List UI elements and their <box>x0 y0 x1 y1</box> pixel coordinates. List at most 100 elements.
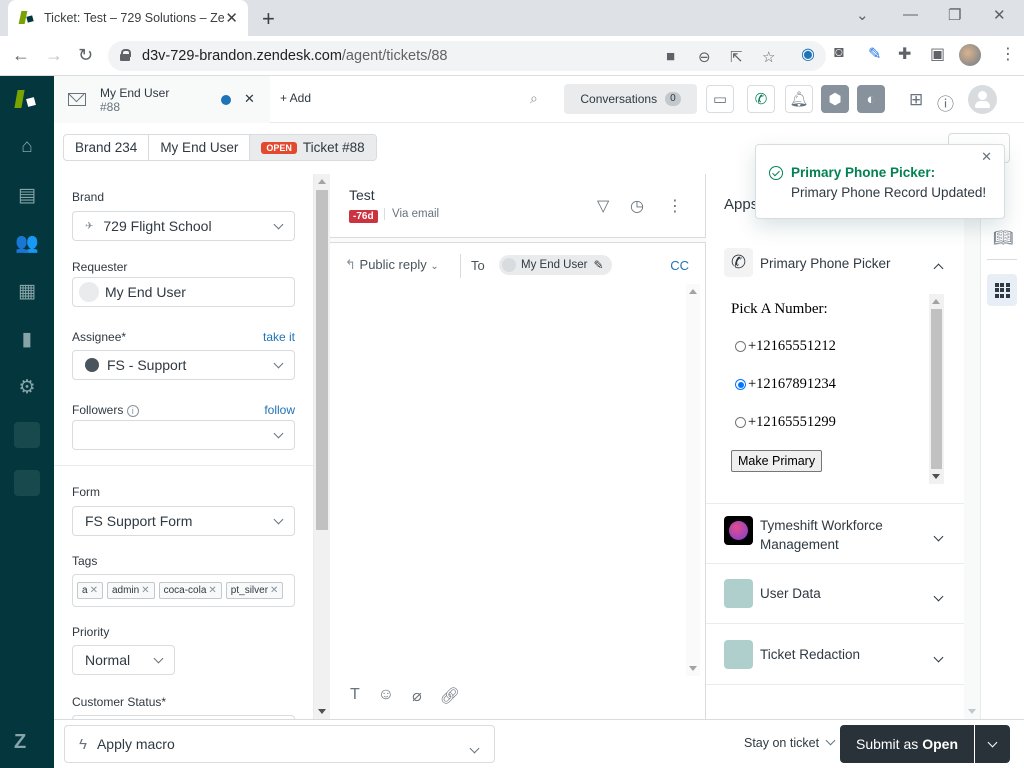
history-icon[interactable]: ◷ <box>630 196 644 216</box>
minimize-button[interactable]: — <box>903 6 918 23</box>
resize-handle[interactable] <box>330 237 706 243</box>
breadcrumb-user[interactable]: My End User <box>149 135 251 160</box>
tag-chip[interactable]: pt_silver ✕ <box>225 582 284 599</box>
followers-input[interactable] <box>72 420 295 450</box>
breadcrumb-brand[interactable]: Brand 234 <box>64 135 150 160</box>
close-tab-icon[interactable]: ✕ <box>225 9 238 27</box>
priority-select[interactable]: Normal <box>72 645 175 675</box>
tab-search-icon[interactable]: ⌄ <box>856 6 869 24</box>
screenshot-extension-icon[interactable]: ◙ <box>834 44 844 62</box>
browser-menu-icon[interactable]: ⋮ <box>1000 44 1016 64</box>
close-window-button[interactable]: ✕ <box>993 6 1006 24</box>
forward-icon[interactable]: → <box>45 45 63 66</box>
password-extension-icon[interactable]: ◉ <box>801 44 815 64</box>
apps-scrollbar[interactable] <box>964 174 980 719</box>
more-options-icon[interactable]: ⋮ <box>667 196 683 216</box>
chat-icon[interactable]: ▭ <box>706 85 734 113</box>
share-icon[interactable]: ⇱ <box>730 48 743 66</box>
phone-radio-option[interactable]: +12165551212 <box>735 338 836 355</box>
submit-options-button[interactable] <box>975 725 1010 763</box>
app-globe-icon[interactable]: ◐ <box>857 85 885 113</box>
app-ticket-redaction[interactable]: Ticket Redaction <box>706 624 964 685</box>
zendesk-product-icon[interactable]: Z <box>14 731 26 754</box>
profile-avatar[interactable] <box>959 44 981 66</box>
zoom-out-icon[interactable]: ⊖ <box>698 48 711 66</box>
close-ticket-tab-icon[interactable]: ✕ <box>244 91 255 107</box>
close-toast-icon[interactable]: ✕ <box>981 149 992 165</box>
admin-gear-icon[interactable]: ⚙ <box>0 372 54 402</box>
tag-chip[interactable]: coca-cola ✕ <box>158 582 222 599</box>
new-tab-button[interactable]: + <box>262 6 275 32</box>
brand-select[interactable]: ✈ 729 Flight School <box>72 211 295 241</box>
requester-field[interactable]: My End User <box>72 277 295 307</box>
eyedropper-extension-icon[interactable]: ✎ <box>868 44 881 64</box>
take-it-link[interactable]: take it <box>263 330 295 344</box>
ticket-tab-title: My End User <box>100 85 170 100</box>
breadcrumb-ticket[interactable]: OPEN Ticket #88 <box>250 135 376 160</box>
app-name: Tymeshift Workforce Management <box>760 518 883 552</box>
zendesk-logo-icon[interactable] <box>16 90 40 112</box>
filter-icon[interactable]: ▽ <box>597 196 609 216</box>
organizations-icon[interactable]: ▦ <box>0 276 54 306</box>
phone-icon[interactable]: ✆ <box>747 85 775 113</box>
back-icon[interactable]: ← <box>12 45 30 66</box>
user-avatar[interactable] <box>968 85 997 114</box>
notifications-bell-icon[interactable]: 🔔︎ <box>785 85 813 113</box>
views-inbox-icon[interactable]: ▤ <box>0 180 54 210</box>
phone-radio-option[interactable]: +12167891234 <box>735 376 836 393</box>
scroll-up-icon[interactable] <box>318 179 326 184</box>
make-primary-button[interactable]: Make Primary <box>731 450 823 472</box>
cc-button[interactable]: CC <box>670 258 689 273</box>
ticket-tab[interactable]: My End User #88 ✕ <box>54 76 270 123</box>
editor-scrollbar[interactable] <box>686 284 700 676</box>
restore-button[interactable]: ❐ <box>948 6 961 24</box>
apps-grid-icon[interactable] <box>987 274 1017 306</box>
follow-link[interactable]: follow <box>264 403 295 417</box>
tags-input[interactable]: a ✕ admin ✕ coca-cola ✕ pt_silver ✕ <box>72 574 295 607</box>
reload-icon[interactable]: ↻ <box>78 45 93 66</box>
app-cube-icon[interactable]: ⬢ <box>821 85 849 113</box>
product-tray-icon[interactable]: ⊞ <box>909 90 923 110</box>
tag-chip[interactable]: a ✕ <box>77 582 103 599</box>
help-icon[interactable]: ⓘ <box>937 90 954 115</box>
camera-icon[interactable]: ■ <box>666 48 675 65</box>
tag-chip[interactable]: admin ✕ <box>106 582 155 599</box>
apply-macro-select[interactable]: ϟ Apply macro <box>64 725 495 763</box>
scroll-down-icon <box>689 666 697 671</box>
browser-tabbar: Ticket: Test – 729 Solutions – Zen ✕ + ⌄… <box>0 0 1024 36</box>
stay-on-ticket-select[interactable]: Stay on ticket <box>744 735 835 750</box>
search-icon[interactable]: ⌕ <box>530 90 538 107</box>
phone-radio-option[interactable]: +12165551299 <box>735 414 836 431</box>
conversations-button[interactable]: Conversations 0 <box>564 84 697 114</box>
emoji-icon[interactable]: ☺ <box>378 686 394 706</box>
address-bar[interactable]: d3v-729-brandon.zendesk.com/agent/ticket… <box>108 41 826 71</box>
bookmark-star-icon[interactable]: ☆ <box>762 48 775 66</box>
iframe-scrollbar[interactable] <box>929 294 944 484</box>
recipient-chip[interactable]: My End User ✎ <box>499 255 612 275</box>
knowledge-book-icon[interactable]: 📖︎ <box>993 228 1013 248</box>
remove-tag-icon: ✕ <box>270 585 279 596</box>
customers-icon[interactable]: 👥 <box>0 228 54 258</box>
extensions-puzzle-icon[interactable]: ✚ <box>898 44 911 64</box>
app-tymeshift[interactable]: Tymeshift Workforce Management <box>706 504 964 564</box>
form-select[interactable]: FS Support Form <box>72 506 295 536</box>
app-shortcut-icon[interactable] <box>14 422 40 448</box>
collapse-chevron-up-icon[interactable] <box>933 260 944 275</box>
side-panel-icon[interactable]: ▣ <box>930 44 945 64</box>
properties-scrollbar[interactable] <box>314 174 330 719</box>
submit-button[interactable]: Submit as Open <box>840 725 974 763</box>
attachment-icon[interactable]: ⌀ <box>412 686 422 706</box>
scroll-down-icon[interactable] <box>318 709 326 714</box>
browser-tab[interactable]: Ticket: Test – 729 Solutions – Zen ✕ <box>8 0 248 36</box>
scrollbar-thumb[interactable] <box>316 190 328 530</box>
add-button[interactable]: + Add <box>280 91 311 105</box>
reporting-icon[interactable]: ▮ <box>0 324 54 354</box>
home-icon[interactable]: ⌂ <box>0 132 54 162</box>
sla-badge: -76d <box>349 210 378 223</box>
link-icon[interactable]: 🔗︎ <box>440 686 460 706</box>
app-shortcut-icon-2[interactable] <box>14 470 40 496</box>
app-user-data[interactable]: User Data <box>706 564 964 624</box>
text-format-icon[interactable]: T <box>350 686 360 706</box>
assignee-select[interactable]: FS - Support <box>72 350 295 380</box>
reply-type-select[interactable]: ↰ Public reply ⌄ <box>345 257 439 273</box>
